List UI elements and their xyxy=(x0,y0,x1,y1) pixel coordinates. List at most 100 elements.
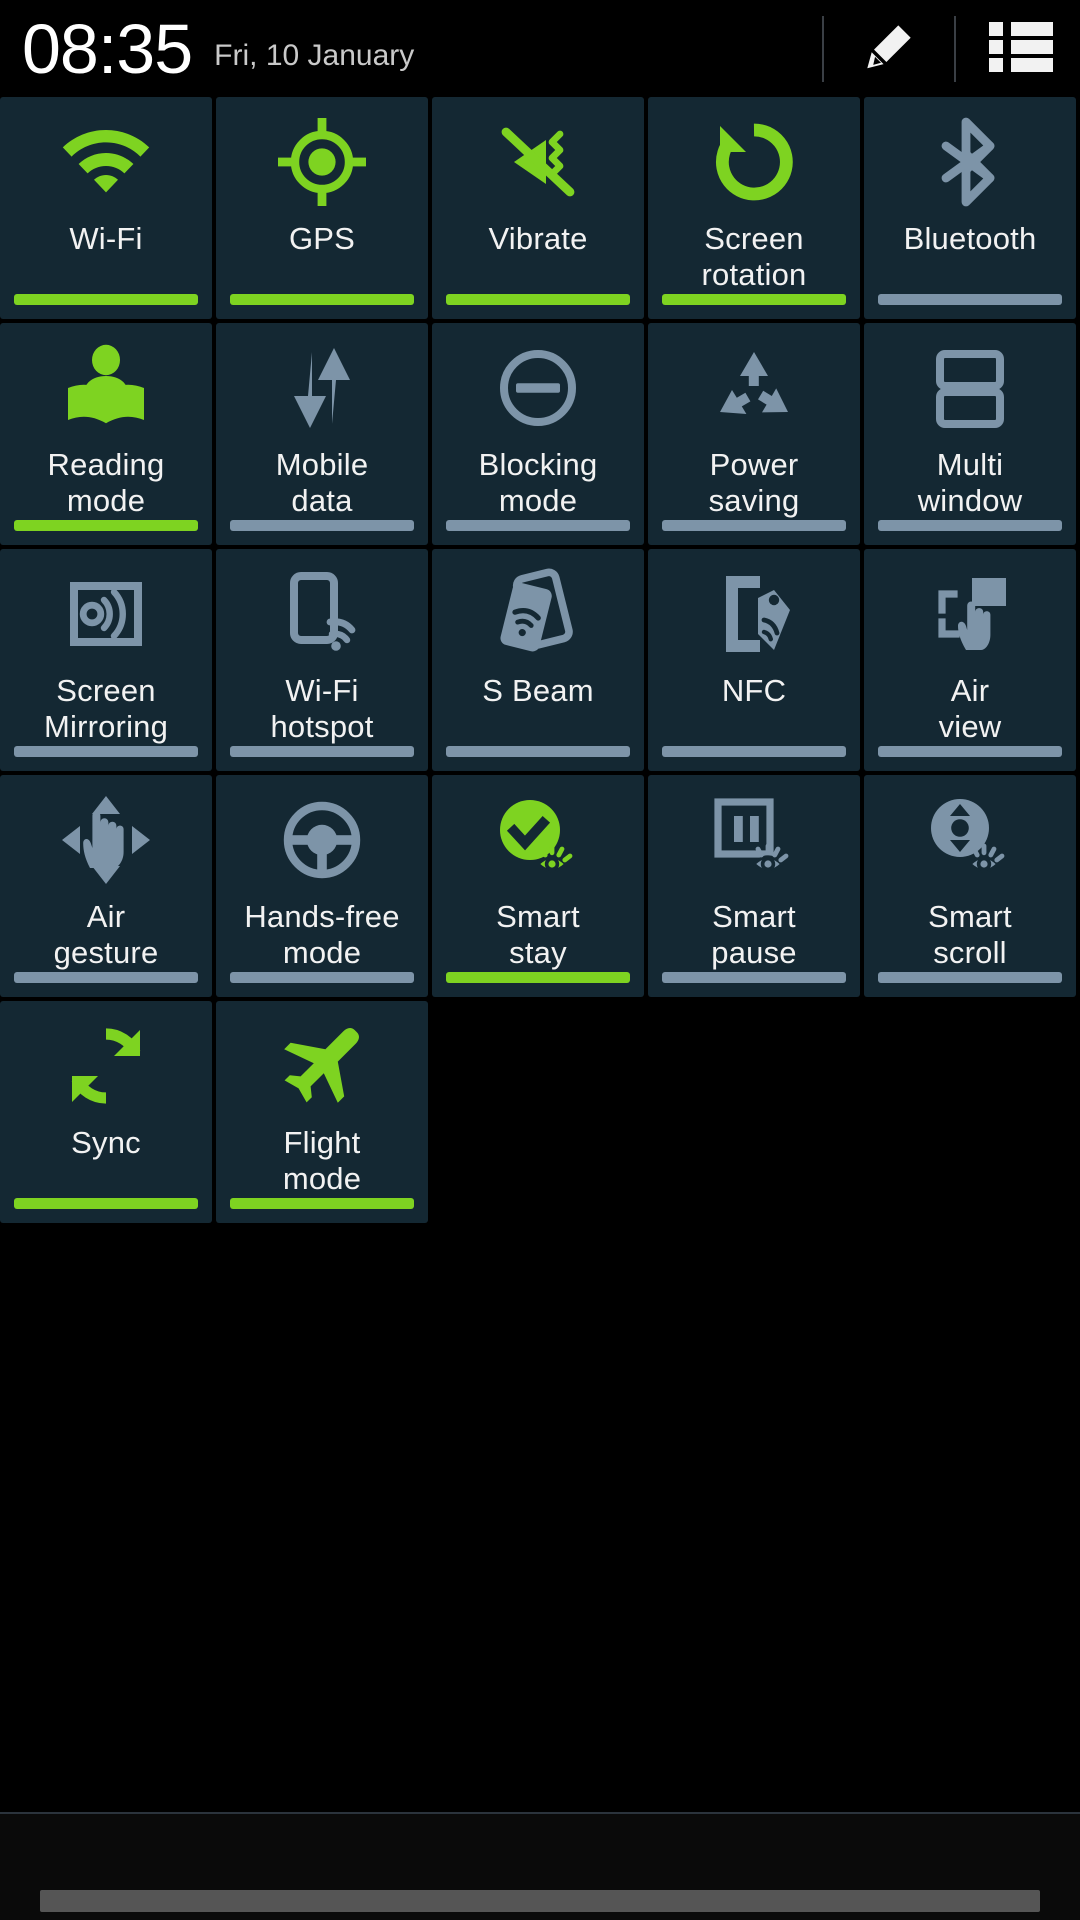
tile-state-indicator xyxy=(446,972,630,983)
nfc-icon xyxy=(706,555,802,673)
air-view-icon xyxy=(922,555,1018,673)
tile-state-indicator xyxy=(14,972,198,983)
tile-label: Blocking mode xyxy=(478,447,598,518)
header-divider-1 xyxy=(822,15,824,82)
tile-state-indicator xyxy=(878,972,1062,983)
quick-setting-tile[interactable]: Blocking mode xyxy=(432,323,644,545)
gps-icon xyxy=(274,103,370,221)
smart-scroll-icon xyxy=(922,781,1018,899)
screen-mirroring-icon xyxy=(58,555,154,673)
tile-state-indicator xyxy=(878,294,1062,305)
tile-state-indicator xyxy=(446,520,630,531)
reading-mode-icon xyxy=(58,329,154,447)
tile-state-indicator xyxy=(662,520,846,531)
quick-setting-tile[interactable]: Sync xyxy=(0,1001,212,1223)
tile-label: S Beam xyxy=(482,673,594,708)
tile-label: GPS xyxy=(288,221,356,256)
header-actions xyxy=(816,0,1080,97)
tile-label: Screen rotation xyxy=(701,221,807,292)
screen-rotation-icon xyxy=(706,103,802,221)
air-gesture-icon xyxy=(58,781,154,899)
tile-state-indicator xyxy=(14,746,198,757)
quick-setting-tile[interactable]: Smart stay xyxy=(432,775,644,997)
tile-label: Air view xyxy=(938,673,1002,744)
quick-setting-tile[interactable]: Vibrate xyxy=(432,97,644,319)
bluetooth-icon xyxy=(922,103,1018,221)
tile-label: Smart pause xyxy=(711,899,797,970)
tile-label: Wi-Fi xyxy=(69,221,143,256)
tile-label: NFC xyxy=(721,673,787,708)
vibrate-icon xyxy=(490,103,586,221)
tile-label: Screen Mirroring xyxy=(43,673,169,744)
power-saving-icon xyxy=(706,329,802,447)
header-divider-2 xyxy=(954,15,956,82)
tile-label: Mobile data xyxy=(275,447,369,518)
wifi-hotspot-icon xyxy=(274,555,370,673)
pencil-icon xyxy=(858,15,920,82)
tile-state-indicator xyxy=(230,972,414,983)
tile-state-indicator xyxy=(230,294,414,305)
tile-state-indicator xyxy=(230,1198,414,1209)
tile-state-indicator xyxy=(14,1198,198,1209)
status-header: 08:35 Fri, 10 January xyxy=(0,0,1080,97)
tile-state-indicator xyxy=(662,294,846,305)
quick-setting-tile[interactable]: GPS xyxy=(216,97,428,319)
quick-setting-tile[interactable]: Hands-free mode xyxy=(216,775,428,997)
mobile-data-icon xyxy=(274,329,370,447)
quick-setting-tile[interactable]: Wi-Fi xyxy=(0,97,212,319)
tile-label: Sync xyxy=(71,1125,141,1160)
tile-label: Reading mode xyxy=(47,447,165,518)
quick-setting-tile[interactable]: Air view xyxy=(864,549,1076,771)
quick-setting-tile[interactable]: Wi-Fi hotspot xyxy=(216,549,428,771)
quick-settings-grid: Wi-Fi GPS Vibrate Screen rotation Bluetooth Re… xyxy=(0,97,1080,1227)
list-icon xyxy=(989,18,1053,79)
tile-label: Flight mode xyxy=(282,1125,362,1196)
tile-state-indicator xyxy=(878,520,1062,531)
tile-label: Air gesture xyxy=(53,899,159,970)
tile-state-indicator xyxy=(230,746,414,757)
tile-label: Wi-Fi hotspot xyxy=(270,673,374,744)
clock-time: 08:35 xyxy=(22,9,193,88)
hands-free-icon xyxy=(274,781,370,899)
quick-setting-tile[interactable]: Reading mode xyxy=(0,323,212,545)
quick-setting-tile[interactable]: Multi window xyxy=(864,323,1076,545)
tile-state-indicator xyxy=(878,746,1062,757)
quick-setting-tile[interactable]: S Beam xyxy=(432,549,644,771)
quick-setting-tile[interactable]: NFC xyxy=(648,549,860,771)
quick-setting-tile[interactable]: Screen rotation xyxy=(648,97,860,319)
wifi-icon xyxy=(58,103,154,221)
tile-state-indicator xyxy=(14,294,198,305)
quick-setting-tile[interactable]: Mobile data xyxy=(216,323,428,545)
tile-state-indicator xyxy=(446,746,630,757)
tile-label: Hands-free mode xyxy=(244,899,400,970)
quick-setting-tile[interactable]: Air gesture xyxy=(0,775,212,997)
tile-state-indicator xyxy=(14,520,198,531)
smart-pause-icon xyxy=(706,781,802,899)
tile-state-indicator xyxy=(230,520,414,531)
edit-quick-settings-button[interactable] xyxy=(830,0,948,97)
tile-label: Smart scroll xyxy=(928,899,1012,970)
quick-setting-tile[interactable]: Bluetooth xyxy=(864,97,1076,319)
quick-setting-tile[interactable]: Screen Mirroring xyxy=(0,549,212,771)
tile-state-indicator xyxy=(662,972,846,983)
quick-setting-tile[interactable]: Flight mode xyxy=(216,1001,428,1223)
tile-label: Power saving xyxy=(708,447,800,518)
quick-setting-tile[interactable]: Smart pause xyxy=(648,775,860,997)
s-beam-icon xyxy=(490,555,586,673)
blocking-mode-icon xyxy=(490,329,586,447)
tile-label: Bluetooth xyxy=(903,221,1037,256)
quick-setting-tile[interactable]: Power saving xyxy=(648,323,860,545)
clock-date: Fri, 10 January xyxy=(214,38,415,72)
notification-list-button[interactable] xyxy=(962,0,1080,97)
quick-setting-tile[interactable]: Smart scroll xyxy=(864,775,1076,997)
sync-icon xyxy=(58,1007,154,1125)
flight-mode-icon xyxy=(274,1007,370,1125)
tile-label: Smart stay xyxy=(496,899,580,970)
tile-label: Vibrate xyxy=(488,221,588,256)
multi-window-icon xyxy=(922,329,1018,447)
panel-drag-handle[interactable] xyxy=(40,1890,1040,1912)
tile-state-indicator xyxy=(662,746,846,757)
tile-state-indicator xyxy=(446,294,630,305)
tile-label: Multi window xyxy=(917,447,1023,518)
smart-stay-icon xyxy=(490,781,586,899)
